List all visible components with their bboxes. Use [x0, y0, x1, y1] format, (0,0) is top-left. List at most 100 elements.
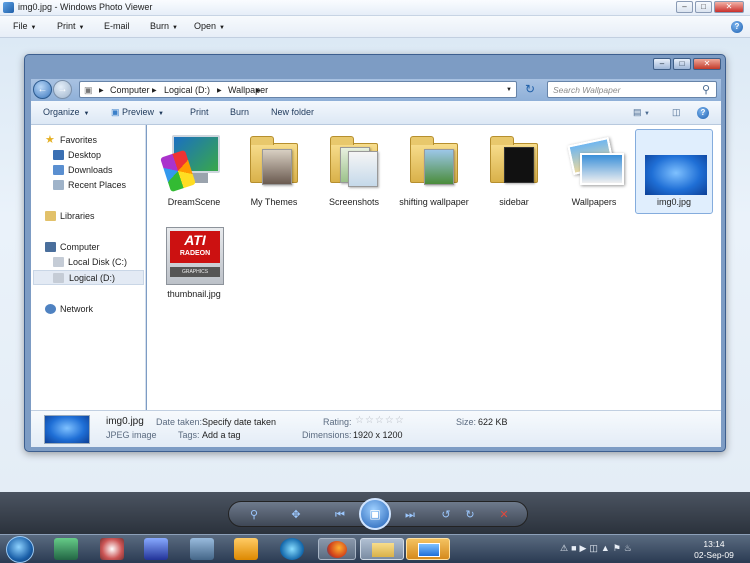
menu-email[interactable]: E-mail	[104, 21, 130, 31]
rotate-counterclockwise-icon[interactable]: ↺	[439, 508, 453, 522]
breadcrumb-logical-d[interactable]: Logical (D:)	[164, 85, 210, 95]
menu-print[interactable]: Print ▼	[57, 21, 84, 31]
preview-button[interactable]: ▣ Preview ▼	[111, 107, 164, 118]
details-thumbnail	[44, 415, 90, 444]
print-button[interactable]: Print	[190, 107, 209, 117]
explorer-maximize-button[interactable]: □	[673, 58, 691, 70]
viewer-title: img0.jpg - Windows Photo Viewer	[18, 2, 153, 12]
viewer-controls: ⚲ ✥ ⏮ ▣ ⏭ ↺ ↻ ✕	[0, 492, 750, 534]
nav-computer[interactable]: Computer	[31, 240, 141, 255]
file-item-thumbnail[interactable]: ATI RADEON GRAPHICS thumbnail.jpg	[155, 225, 233, 321]
navigation-pane: ★ Favorites Desktop Downloads Recent Plac…	[31, 125, 146, 410]
explorer-close-button[interactable]: ✕	[693, 58, 721, 70]
size-value: 622 KB	[478, 417, 508, 427]
slideshow-icon[interactable]: ▣	[359, 498, 391, 530]
start-button[interactable]	[6, 536, 34, 563]
firefox-icon	[327, 541, 347, 558]
actual-size-icon[interactable]: ✥	[289, 508, 303, 522]
tags-value[interactable]: Add a tag	[202, 430, 241, 440]
date-taken-value[interactable]: Specify date taken	[202, 417, 276, 427]
explorer-window: – □ ✕ ← → ▣ ▶ Computer ▶ Logical (D:) ▶ …	[24, 54, 726, 452]
rating-stars[interactable]: ☆☆☆☆☆	[355, 415, 405, 426]
zoom-icon[interactable]: ⚲	[247, 508, 261, 522]
size-label: Size:	[456, 417, 477, 427]
search-icon[interactable]: ⚲	[702, 83, 710, 96]
preview-pane-icon[interactable]: ◫	[672, 107, 681, 118]
image-thumbnail-icon	[642, 131, 707, 195]
internet-explorer-icon[interactable]	[280, 538, 304, 560]
delete-icon[interactable]: ✕	[497, 508, 511, 522]
taskbar-app-icon[interactable]	[54, 538, 78, 560]
clock[interactable]: 13:14 02-Sep-09	[688, 539, 740, 561]
explorer-help-icon[interactable]: ?	[697, 107, 709, 119]
nav-logical-d[interactable]: Logical (D:)	[33, 270, 144, 285]
folder-icon: ▣	[84, 85, 93, 95]
file-item-wallpapers[interactable]: Wallpapers	[555, 129, 633, 225]
previous-icon[interactable]: ⏮	[333, 508, 347, 522]
nav-network[interactable]: Network	[31, 302, 141, 317]
close-button[interactable]: ✕	[714, 1, 744, 13]
wallpapers-icon	[562, 131, 626, 195]
folder-icon	[482, 131, 546, 195]
clock-date: 02-Sep-09	[694, 550, 734, 560]
nav-downloads[interactable]: Downloads	[31, 163, 141, 178]
nav-libraries[interactable]: Libraries	[31, 209, 141, 224]
organize-button[interactable]: Organize ▼	[43, 107, 89, 117]
taskbar-app-icon[interactable]	[190, 538, 214, 560]
search-placeholder: Search Wallpaper	[553, 85, 621, 95]
menu-file[interactable]: File ▼	[13, 21, 36, 31]
file-item-sidebar[interactable]: sidebar	[475, 129, 553, 225]
firefox-taskbar-button[interactable]	[318, 538, 356, 560]
maximize-button[interactable]: □	[695, 1, 712, 13]
file-item-my-themes[interactable]: My Themes	[235, 129, 313, 225]
rating-label: Rating:	[323, 417, 352, 427]
nav-favorites[interactable]: ★ Favorites	[31, 133, 141, 148]
preview-icon: ▣	[111, 107, 120, 117]
breadcrumb-separator-icon: ▶	[152, 88, 157, 94]
burn-button[interactable]: Burn	[230, 107, 249, 117]
menu-open[interactable]: Open ▼	[194, 21, 225, 31]
breadcrumb-computer[interactable]: Computer	[110, 85, 150, 95]
system-tray-icons[interactable]: ⚠■▶◫▲⚑♨	[560, 543, 680, 557]
viewer-menu-bar: File ▼ Print ▼ E-mail Burn ▼ Open ▼ ?	[0, 16, 750, 38]
back-arrow-icon[interactable]: ←	[33, 80, 52, 99]
address-dropdown-icon[interactable]: ▼	[506, 87, 512, 93]
controls-bar: ⚲ ✥ ⏮ ▣ ⏭ ↺ ↻ ✕	[228, 498, 528, 530]
rotate-clockwise-icon[interactable]: ↻	[463, 508, 477, 522]
media-player-icon[interactable]	[234, 538, 258, 560]
chevron-down-icon: ▼	[83, 111, 90, 117]
menu-burn[interactable]: Burn ▼	[150, 21, 178, 31]
views-icon[interactable]: ▤ ▼	[633, 107, 650, 118]
forward-arrow-icon[interactable]: →	[53, 80, 72, 99]
chevron-down-icon: ▼	[644, 111, 650, 117]
address-bar[interactable]: ▣ ▶ Computer ▶ Logical (D:) ▶ Wallpaper …	[79, 81, 517, 98]
help-icon[interactable]: ?	[731, 21, 743, 33]
recent-places-icon	[53, 180, 64, 190]
nav-desktop[interactable]: Desktop	[31, 148, 141, 163]
taskbar-app-icon[interactable]	[144, 538, 168, 560]
chevron-down-icon: ▼	[172, 25, 178, 31]
photo-viewer-taskbar-button[interactable]	[406, 538, 450, 560]
search-input[interactable]: Search Wallpaper ⚲	[547, 81, 717, 98]
explorer-minimize-button[interactable]: –	[653, 58, 671, 70]
refresh-icon[interactable]: ↻	[522, 82, 538, 97]
details-filename: img0.jpg	[106, 416, 144, 427]
file-item-shifting-wallpaper[interactable]: shifting wallpaper	[395, 129, 473, 225]
taskbar-app-icon[interactable]	[100, 538, 124, 560]
file-item-screenshots[interactable]: Screenshots	[315, 129, 393, 225]
dimensions-label: Dimensions:	[302, 430, 352, 440]
file-list: DreamScene My Themes Screenshots shiftin…	[147, 125, 721, 410]
computer-icon	[45, 242, 56, 252]
new-folder-button[interactable]: New folder	[271, 107, 314, 117]
nav-recent-places[interactable]: Recent Places	[31, 178, 141, 193]
folder-icon	[402, 131, 466, 195]
minimize-button[interactable]: –	[676, 1, 693, 13]
next-icon[interactable]: ⏭	[403, 508, 417, 522]
details-filetype: JPEG image	[106, 430, 157, 440]
file-item-img0[interactable]: img0.jpg	[635, 129, 713, 225]
breadcrumb-wallpaper[interactable]: Wallpaper	[228, 85, 268, 95]
file-item-dreamscene[interactable]: DreamScene	[155, 129, 233, 225]
drive-icon	[53, 273, 64, 283]
nav-local-disk-c[interactable]: Local Disk (C:)	[31, 255, 141, 270]
explorer-taskbar-button[interactable]	[360, 538, 404, 560]
